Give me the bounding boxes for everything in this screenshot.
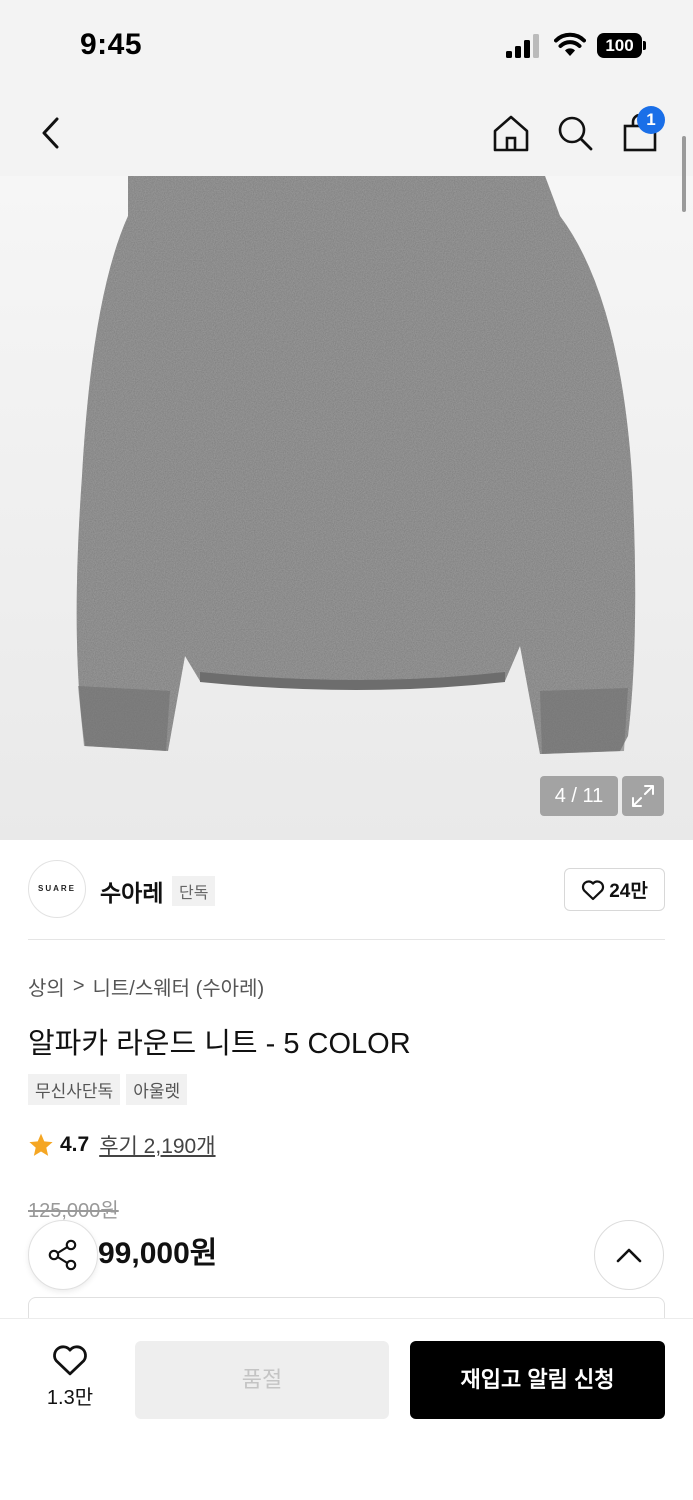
scroll-to-top-button[interactable]: [594, 1220, 664, 1290]
share-button[interactable]: [28, 1220, 98, 1290]
share-icon: [48, 1239, 77, 1271]
status-time: 9:45: [80, 28, 143, 61]
back-icon: [42, 117, 59, 149]
top-nav-bar: [0, 92, 693, 176]
brand-exclusive-tag: 단독: [172, 876, 216, 906]
product-image-gallery[interactable]: 4 / 11: [0, 176, 693, 840]
breadcrumb-category[interactable]: 상의: [28, 972, 65, 1001]
status-bar: 9:45 100: [0, 0, 693, 92]
rating-row: 4.7 후기 2,190개: [28, 1130, 216, 1160]
wishlist-button[interactable]: 1.3만: [28, 1343, 112, 1413]
brand-logo[interactable]: SUARE: [28, 860, 86, 918]
product-tag: 무신사단독: [28, 1074, 121, 1105]
breadcrumb-separator: >: [72, 975, 85, 997]
sale-price: 99,000원: [98, 1237, 218, 1270]
expand-image-button[interactable]: [622, 776, 664, 816]
home-icon: [493, 115, 529, 152]
battery-level: 100: [597, 33, 642, 58]
back-button[interactable]: [26, 108, 76, 158]
heart-icon: [53, 1345, 87, 1376]
brand-row: SUARE 수아레 단독 24만: [28, 860, 665, 918]
search-button[interactable]: [550, 108, 600, 158]
brand-like-button[interactable]: 24만: [564, 868, 665, 911]
divider: [28, 939, 665, 940]
cart-count-badge: 1: [637, 106, 665, 134]
original-price: 125,000원: [28, 1200, 119, 1222]
reviews-link[interactable]: 후기 2,190개: [99, 1130, 215, 1160]
scrollbar[interactable]: [682, 136, 686, 212]
brand-name[interactable]: 수아레: [100, 874, 163, 908]
bottom-action-bar: 1.3만 품절 재입고 알림 신청: [0, 1318, 693, 1500]
wifi-icon: [554, 32, 586, 56]
rating-value: 4.7: [60, 1133, 90, 1156]
brand-like-count: 24만: [609, 881, 648, 902]
heart-icon: [582, 879, 605, 900]
battery-indicator: 100: [597, 33, 647, 58]
image-counter: 4 / 11: [540, 776, 618, 816]
soldout-button: 품절: [135, 1341, 389, 1419]
search-icon: [558, 116, 593, 151]
restock-alert-button[interactable]: 재입고 알림 신청: [410, 1341, 665, 1419]
home-button[interactable]: [486, 108, 536, 158]
wishlist-count: 1.3만: [46, 1387, 94, 1409]
cellular-signal-icon: [506, 34, 539, 58]
chevron-up-icon: [616, 1248, 642, 1263]
product-tag: 아울렛: [126, 1074, 188, 1105]
breadcrumb: 상의 > 니트/스웨터 (수아레): [28, 972, 264, 1001]
breadcrumb-subcategory[interactable]: 니트/스웨터 (수아레): [93, 972, 265, 1001]
product-tags: 무신사단독 아울렛: [28, 1074, 188, 1105]
product-title: 알파카 라운드 니트 - 5 COLOR: [28, 1028, 411, 1060]
expand-icon: [632, 785, 654, 807]
product-image: [76, 176, 636, 754]
star-icon: [29, 1133, 53, 1156]
